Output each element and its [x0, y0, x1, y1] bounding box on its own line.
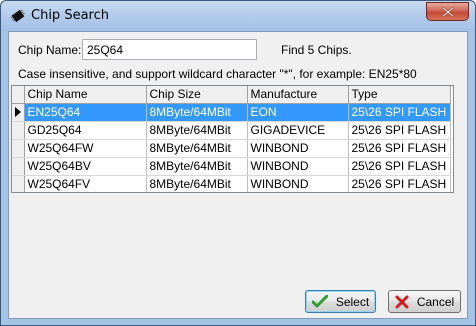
cell-manufacture: EON: [247, 103, 349, 122]
chip-results-grid[interactable]: Chip Name Chip Size Manufacture Type EN2…: [11, 85, 454, 193]
grid-header-row: Chip Name Chip Size Manufacture Type: [12, 86, 452, 104]
cell-manufacture: GIGADEVICE: [247, 121, 349, 140]
cell-manufacture: WINBOND: [247, 139, 349, 158]
table-row[interactable]: W25Q64FV 8MByte/64MBit WINBOND 25\26 SPI…: [12, 175, 452, 192]
column-header-chip-name[interactable]: Chip Name: [24, 86, 147, 104]
table-row[interactable]: W25Q64BV 8MByte/64MBit WINBOND 25\26 SPI…: [12, 157, 452, 176]
dialog-body: Chip Name: Find 5 Chips. Case insensitiv…: [8, 31, 468, 319]
found-count-text: Find 5 Chips.: [281, 43, 352, 57]
cell-chip-size: 8MByte/64MBit: [146, 157, 248, 176]
row-indicator: [12, 157, 25, 176]
column-header-manufacture[interactable]: Manufacture: [247, 86, 349, 104]
table-row[interactable]: EN25Q64 8MByte/64MBit EON 25\26 SPI FLAS…: [12, 103, 452, 122]
title-bar[interactable]: Chip Search: [1, 1, 475, 31]
chip-search-window: Chip Search Chip Name: Find 5 Chips. Cas…: [0, 0, 476, 326]
select-button[interactable]: Select: [305, 290, 376, 313]
cell-manufacture: WINBOND: [247, 175, 349, 192]
cell-chip-name: W25Q64BV: [24, 157, 147, 176]
chip-icon: [9, 7, 27, 25]
cell-chip-size: 8MByte/64MBit: [146, 175, 248, 192]
row-indicator: [12, 175, 25, 192]
cancel-button-label: Cancel: [416, 294, 455, 309]
cell-type: 25\26 SPI FLASH: [348, 157, 452, 176]
cell-chip-name: W25Q64FV: [24, 175, 147, 192]
column-header-chip-size[interactable]: Chip Size: [146, 86, 248, 104]
checkmark-icon: [311, 294, 328, 307]
row-indicator: [12, 121, 25, 140]
window-title: Chip Search: [31, 8, 109, 23]
select-button-label: Select: [335, 294, 370, 309]
wildcard-hint: Case insensitive, and support wildcard c…: [18, 67, 417, 81]
current-row-arrow-icon: [15, 107, 21, 117]
cell-type: 25\26 SPI FLASH: [348, 175, 452, 192]
x-mark-icon: [395, 295, 409, 308]
table-row[interactable]: W25Q64FW 8MByte/64MBit WINBOND 25\26 SPI…: [12, 139, 452, 158]
cell-type: 25\26 SPI FLASH: [348, 103, 452, 122]
cell-chip-size: 8MByte/64MBit: [146, 103, 248, 122]
chip-name-input[interactable]: [82, 39, 257, 60]
row-indicator: [12, 103, 25, 122]
cell-manufacture: WINBOND: [247, 157, 349, 176]
cell-chip-name: EN25Q64: [24, 103, 147, 122]
row-indicator: [12, 139, 25, 158]
close-button[interactable]: [426, 2, 469, 21]
cell-chip-size: 8MByte/64MBit: [146, 121, 248, 140]
chip-name-label: Chip Name:: [18, 43, 82, 57]
cancel-button[interactable]: Cancel: [388, 290, 461, 313]
column-header-type[interactable]: Type: [348, 86, 452, 104]
cell-chip-size: 8MByte/64MBit: [146, 139, 248, 158]
table-row[interactable]: GD25Q64 8MByte/64MBit GIGADEVICE 25\26 S…: [12, 121, 452, 140]
close-icon: [442, 7, 454, 17]
cell-chip-name: W25Q64FW: [24, 139, 147, 158]
cell-chip-name: GD25Q64: [24, 121, 147, 140]
cell-type: 25\26 SPI FLASH: [348, 139, 452, 158]
cell-type: 25\26 SPI FLASH: [348, 121, 452, 140]
row-indicator-header: [12, 86, 25, 104]
